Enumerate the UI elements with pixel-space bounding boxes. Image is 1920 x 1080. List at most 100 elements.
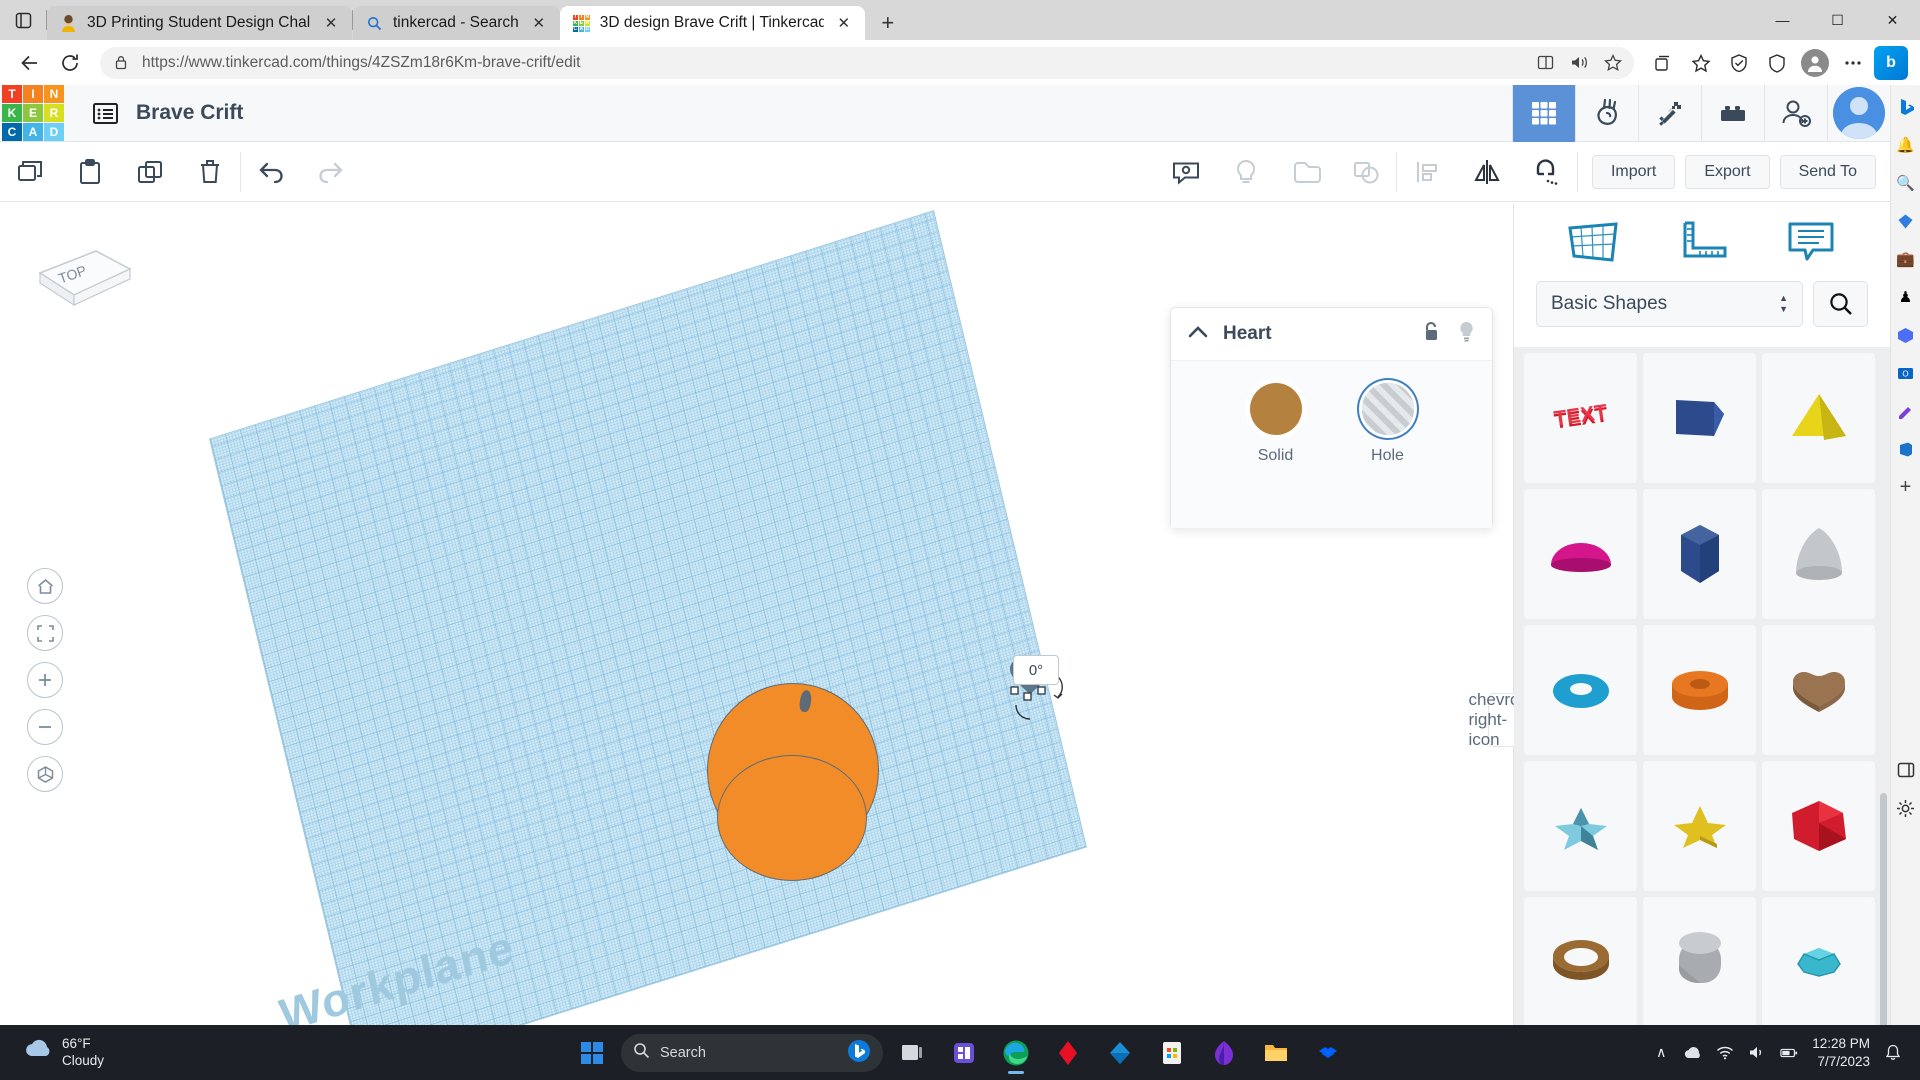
solid-color-swatch[interactable] (1250, 383, 1302, 435)
chevron-up-icon[interactable]: ∧ (1652, 1044, 1670, 1062)
shape-heart[interactable] (1762, 625, 1875, 755)
magnet-icon[interactable] (1517, 142, 1577, 202)
grid-view-icon[interactable] (1512, 85, 1575, 142)
group-icon[interactable] (1276, 142, 1336, 202)
shape-pyramid[interactable] (1762, 353, 1875, 483)
shape-polygon[interactable] (1762, 761, 1875, 891)
wifi-icon[interactable] (1716, 1044, 1734, 1062)
browser-tab-2[interactable]: TIN KER CAD 3D design Brave Crift | Tink… (560, 6, 865, 40)
tinkercad-logo[interactable]: T I N K E R C A D (2, 85, 64, 141)
view-cube[interactable]: TOP (30, 233, 140, 329)
onedrive-icon[interactable] (1097, 1030, 1143, 1076)
split-screen-icon[interactable] (1532, 50, 1558, 76)
shape-hexagonal-prism[interactable] (1643, 489, 1756, 619)
widgets-icon[interactable] (941, 1030, 987, 1076)
workplane-grid[interactable] (209, 210, 1087, 1025)
back-arrow-icon[interactable] (10, 45, 50, 81)
search-icon[interactable]: 🔍 (1894, 171, 1918, 195)
bell-icon[interactable]: 🔔 (1894, 133, 1918, 157)
paste-icon[interactable] (60, 142, 120, 202)
shape-box[interactable] (1643, 353, 1756, 483)
address-bar[interactable]: https://www.tinkercad.com/things/4ZSZm18… (100, 47, 1634, 79)
user-avatar[interactable] (1827, 85, 1890, 142)
panel-collapse-button[interactable]: chevron-right-icon (1488, 693, 1514, 747)
onedrive-tray-icon[interactable] (1684, 1044, 1702, 1062)
taskbar-search[interactable]: Search (621, 1034, 883, 1072)
notification-bell-icon[interactable] (1884, 1044, 1902, 1062)
ruler-icon[interactable] (1665, 212, 1739, 272)
volume-icon[interactable] (1748, 1044, 1766, 1062)
outlook-icon[interactable]: O (1894, 361, 1918, 385)
shape-half-sphere[interactable] (1524, 489, 1637, 619)
battery-icon[interactable] (1780, 1044, 1798, 1062)
hole-pattern-swatch[interactable] (1362, 383, 1414, 435)
align-icon[interactable] (1397, 142, 1457, 202)
dropbox-icon[interactable] (1305, 1030, 1351, 1076)
office-icon[interactable] (1894, 437, 1918, 461)
ellipsis-icon[interactable] (1834, 45, 1872, 81)
refresh-icon[interactable] (50, 45, 90, 81)
shape-cone[interactable] (1762, 489, 1875, 619)
light-bulb-icon[interactable] (1457, 320, 1476, 348)
copy-icon[interactable] (0, 142, 60, 202)
comment-icon[interactable] (1156, 142, 1216, 202)
shopping-bag-icon[interactable]: 💼 (1894, 247, 1918, 271)
rotation-badge[interactable]: 0° (1013, 655, 1059, 685)
pumpkin-inner-shape[interactable] (717, 755, 867, 881)
ortho-view-icon[interactable] (27, 756, 63, 792)
import-button[interactable]: Import (1592, 155, 1675, 189)
edit-icon[interactable] (1894, 399, 1918, 423)
solid-option[interactable]: Solid (1250, 383, 1302, 528)
tab-close-icon[interactable]: ✕ (320, 12, 342, 34)
ungroup-icon[interactable] (1336, 142, 1396, 202)
new-tab-button[interactable]: + (871, 6, 905, 40)
browser-essentials-icon[interactable] (1720, 45, 1758, 81)
shape-gem[interactable] (1762, 897, 1875, 1025)
tab-list-icon[interactable] (0, 0, 46, 40)
home-view-icon[interactable] (27, 568, 63, 604)
taskbar-search-input[interactable]: Search (660, 1045, 706, 1061)
profile-icon[interactable] (1796, 45, 1834, 81)
browser-tab-1[interactable]: tinkercad - Search ✕ (353, 6, 560, 40)
project-list-icon[interactable] (90, 98, 120, 128)
plus-icon[interactable]: + (1894, 475, 1918, 499)
shape-text[interactable]: TEXTTEXT (1524, 353, 1637, 483)
shape-star[interactable] (1643, 761, 1756, 891)
duplicate-icon[interactable] (120, 142, 180, 202)
redo-icon[interactable] (301, 142, 361, 202)
zoom-out-icon[interactable] (27, 709, 63, 745)
tab-close-icon[interactable]: ✕ (833, 12, 855, 34)
bing-rail-icon[interactable] (1894, 95, 1918, 119)
add-person-icon[interactable] (1764, 85, 1827, 142)
shield-icon[interactable] (1758, 45, 1796, 81)
pickaxe-icon[interactable] (1638, 85, 1701, 142)
minimize-button[interactable]: — (1755, 0, 1810, 40)
send-to-button[interactable]: Send To (1780, 155, 1876, 189)
chevron-up-icon[interactable] (1187, 325, 1209, 344)
shape-property-panel[interactable]: Heart Solid Hole (1170, 307, 1493, 528)
star-icon[interactable] (1600, 50, 1626, 76)
shape-torus[interactable] (1524, 625, 1637, 755)
microsoft-store-icon[interactable] (1149, 1030, 1195, 1076)
copilot-button[interactable]: b (1872, 45, 1910, 81)
unlock-icon[interactable] (1422, 321, 1441, 348)
close-button[interactable]: ✕ (1865, 0, 1920, 40)
note-icon[interactable] (1774, 212, 1848, 272)
codeblocks-hand-icon[interactable] (1575, 85, 1638, 142)
adobe-acrobat-icon[interactable] (1045, 1030, 1091, 1076)
shape-category-select[interactable]: Basic Shapes ▲▼ (1536, 281, 1803, 327)
maximize-button[interactable]: ☐ (1810, 0, 1865, 40)
shape-ring[interactable] (1524, 897, 1637, 1025)
read-aloud-icon[interactable] (1566, 50, 1592, 76)
undo-icon[interactable] (241, 142, 301, 202)
taskbar-clock[interactable]: 12:28 PM 7/7/2023 (1812, 1035, 1870, 1070)
selected-heart-object[interactable] (1008, 635, 1076, 745)
light-bulb-icon[interactable] (1216, 142, 1276, 202)
weather-widget[interactable]: 66°F Cloudy (22, 1036, 104, 1070)
bing-copilot-icon[interactable] (847, 1039, 871, 1067)
favorites-icon[interactable] (1682, 45, 1720, 81)
settings-gear-icon[interactable] (1894, 796, 1918, 820)
page-title[interactable]: Brave Crift (136, 101, 243, 125)
windows-start-icon[interactable] (569, 1030, 615, 1076)
tab-close-icon[interactable]: ✕ (528, 12, 550, 34)
